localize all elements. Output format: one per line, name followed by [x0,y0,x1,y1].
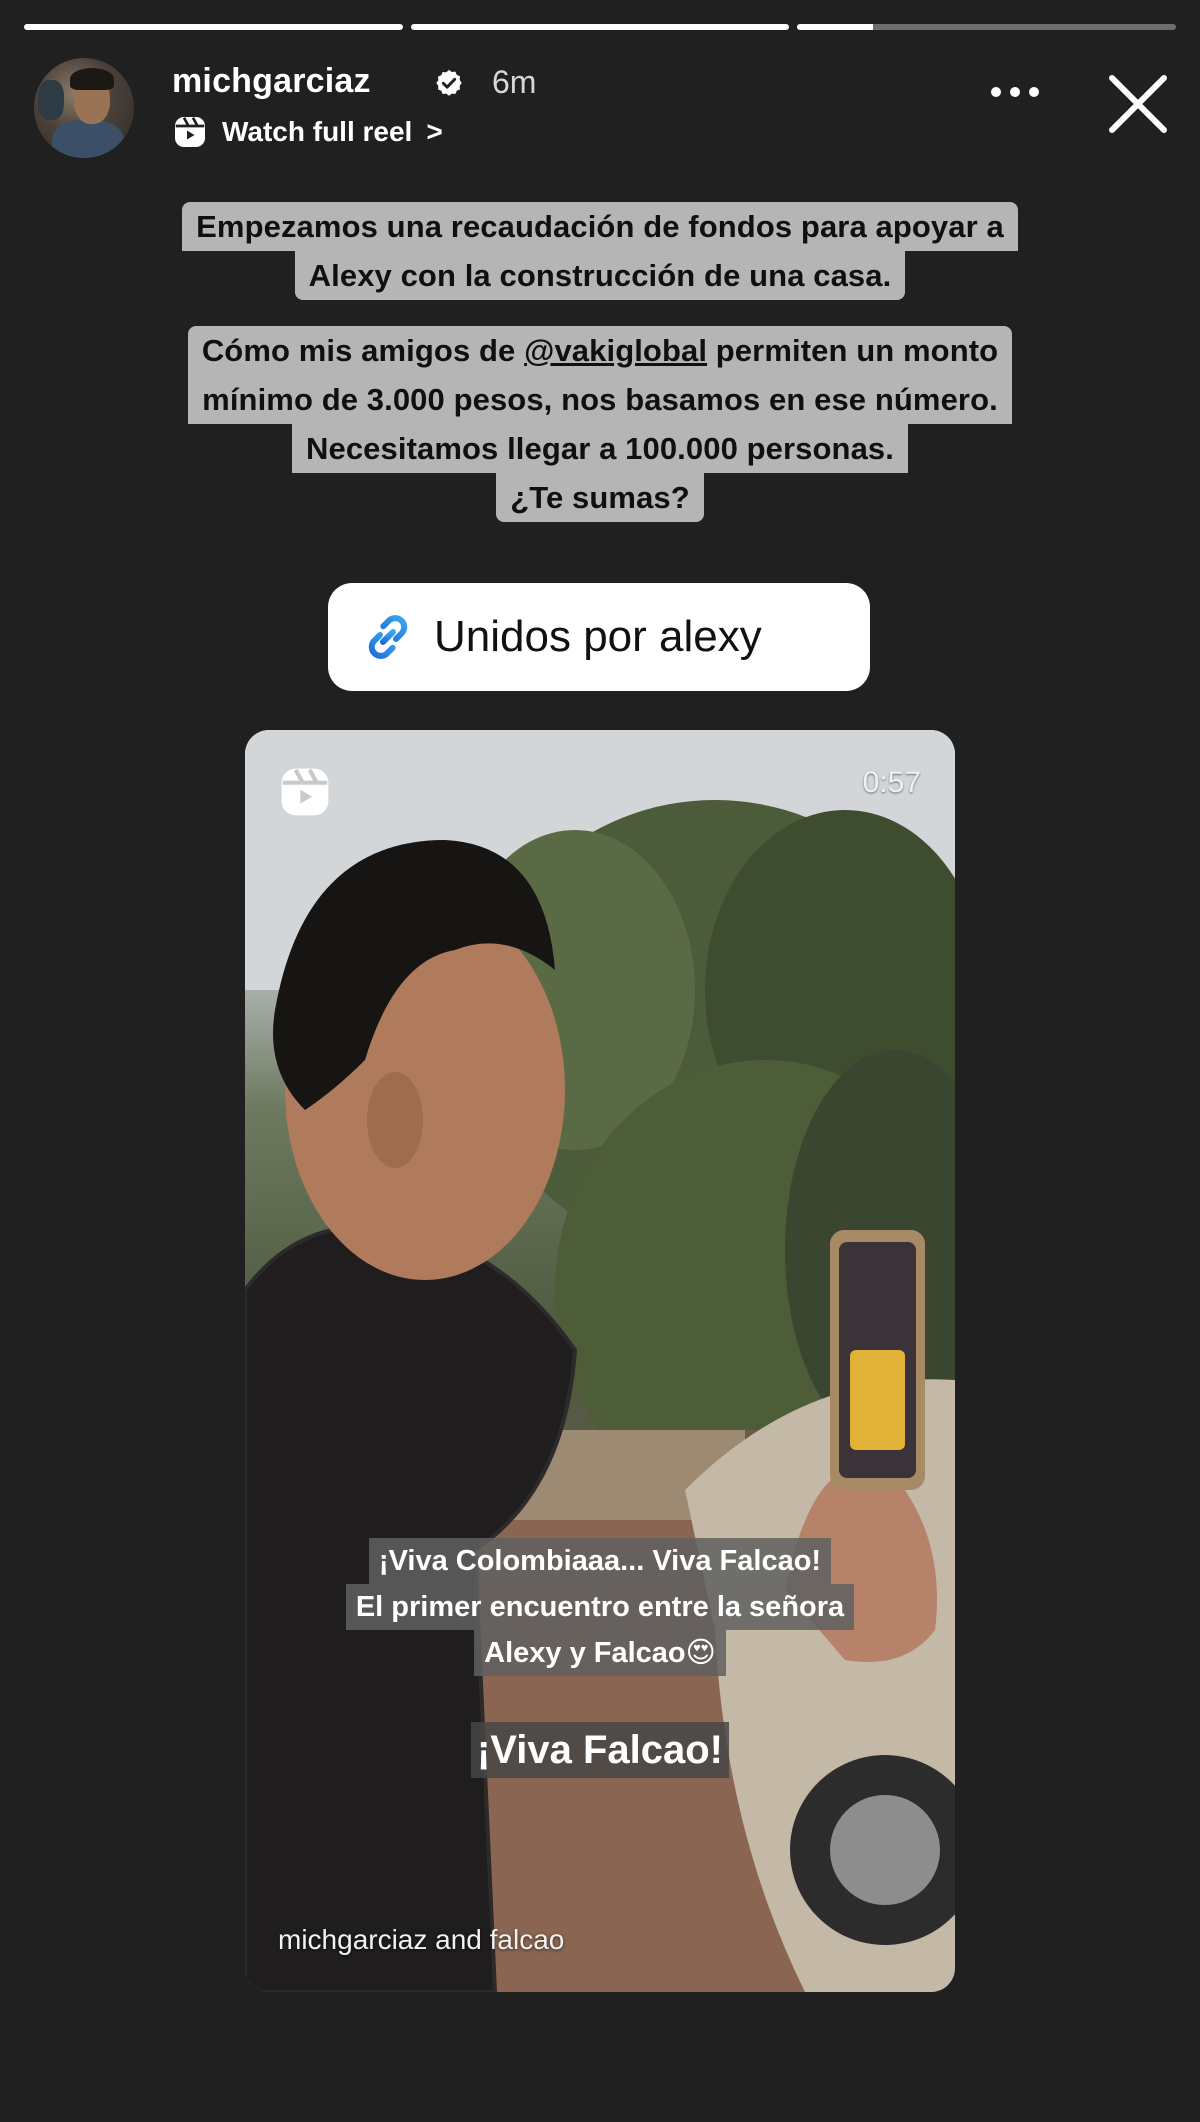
story-caption: Empezamos una recaudación de fondos para… [0,202,1200,522]
reel-credits: michgarciaz and falcao [278,1924,565,1955]
story-progress [24,24,1177,30]
story-viewer: michgarciaz 6m Watch full reel > Empezam… [0,0,1200,2122]
watch-full-reel-label: Watch full reel [222,116,413,147]
avatar[interactable] [34,58,134,158]
close-icon[interactable] [1106,72,1170,136]
reel-thumbnail [245,730,955,1992]
vakiglobal-mention[interactable]: @vakiglobal [524,333,707,368]
caption-line: mínimo de 3.000 pesos, nos basamos en es… [188,375,1012,424]
link-icon [368,615,408,659]
link-sticker-label: Unidos por alexy [434,612,762,661]
reels-icon [281,768,329,816]
avatar-figure [52,120,124,158]
time-ago: 6m [492,64,537,100]
reel-duration: 0:57 [862,766,921,799]
overlay-caption-line: ¡Viva Colombiaaa... Viva Falcao! [368,1538,832,1584]
progress-segment [24,24,403,30]
caption-line: Necesitamos llegar a 100.000 personas. [292,424,908,473]
link-sticker[interactable]: Unidos por alexy [328,583,870,691]
reel-overlay-caption: ¡Viva Colombiaaa... Viva Falcao! El prim… [245,1538,955,1676]
chevron-right-icon: > [426,116,443,147]
progress-fill [24,24,403,30]
progress-fill [410,24,790,30]
overlay-caption-line: Alexy y Falcao😍 [474,1630,726,1676]
username[interactable]: michgarciaz [172,62,371,101]
avatar-figure [70,68,114,90]
caption-line: ¿Te sumas? [496,473,704,522]
caption-block: Cómo mis amigos de @vakiglobal permiten … [0,326,1200,522]
caption-line: Empezamos una recaudación de fondos para… [182,202,1018,251]
caption-text: permiten un monto [707,333,999,368]
more-horizontal-icon[interactable] [990,86,1040,98]
caption-line: Cómo mis amigos de @vakiglobal permiten … [187,326,1013,375]
avatar-figure [38,80,64,120]
reel-subtitle-text: ¡Viva Falcao! [470,1722,730,1778]
story-header: michgarciaz 6m Watch full reel > [34,58,1170,162]
progress-segment [410,24,790,30]
watch-full-reel-link[interactable]: Watch full reel > [172,114,443,150]
progress-fill [797,24,874,30]
overlay-caption-line: El primer encuentro entre la señora [345,1584,855,1630]
verified-badge-icon [436,69,462,96]
reel-subtitle: ¡Viva Falcao! [245,1722,955,1778]
progress-segment [797,24,1177,30]
caption-line: Alexy con la construcción de una casa. [294,251,906,300]
reels-icon [175,117,205,147]
shared-reel-card[interactable]: 0:57 ¡Viva Colombiaaa... Viva Falcao! El… [245,730,955,1992]
caption-text: Cómo mis amigos de [201,333,525,368]
caption-block: Empezamos una recaudación de fondos para… [0,202,1200,300]
